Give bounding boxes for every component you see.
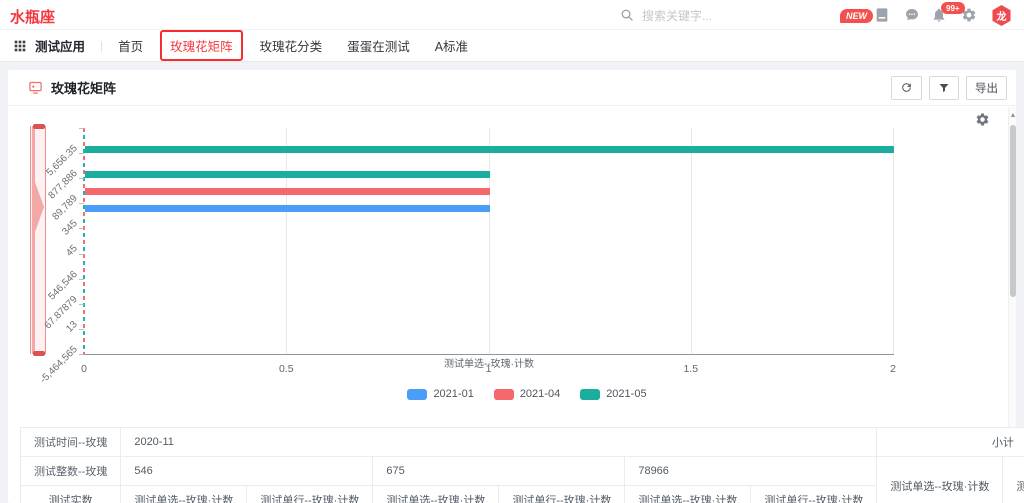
table-cell: 测试实数	[21, 486, 121, 503]
datazoom-handle-bottom[interactable]	[33, 351, 45, 356]
legend-label: 2021-04	[520, 388, 560, 400]
search-icon	[620, 8, 634, 22]
new-badge: NEW	[840, 9, 873, 23]
avatar[interactable]: 龙	[991, 5, 1012, 26]
panel-toolbar: 导出	[891, 76, 1007, 100]
tab-strip: 首页玫瑰花矩阵玫瑰花分类蛋蛋在测试 A标准	[118, 30, 493, 61]
filter-button[interactable]	[929, 76, 959, 100]
table-cell: 测试单选--玫瑰·计数	[877, 457, 1003, 503]
legend-item-2021-05[interactable]: 2021-05	[580, 388, 646, 400]
refresh-icon	[900, 81, 913, 94]
table-cell: 675	[373, 457, 625, 486]
table-cell: 78966	[625, 457, 877, 486]
tab-首页[interactable]: 首页	[118, 32, 143, 59]
export-button[interactable]: 导出	[966, 76, 1007, 100]
legend-swatch	[580, 389, 600, 400]
datazoom-data-shadow	[31, 126, 47, 354]
datazoom-slider[interactable]	[30, 126, 46, 354]
table-cell: 测试单选--玫瑰·计数	[625, 486, 751, 503]
screen: 水瓶座 搜索关键字... NEW 99+ 龙 测试应用 | 首页玫瑰花矩阵玫瑰花…	[0, 0, 1024, 503]
legend-label: 2021-05	[606, 388, 646, 400]
tab-玫瑰花分类[interactable]: 玫瑰花分类	[260, 32, 323, 59]
legend-item-2021-04[interactable]: 2021-04	[494, 388, 560, 400]
notification-count-badge: 99+	[941, 2, 965, 14]
chart-settings-gear-icon[interactable]	[975, 112, 990, 127]
table-cell: 小计	[877, 428, 1024, 457]
tab-玫瑰花矩阵[interactable]: 玫瑰花矩阵	[160, 30, 243, 61]
table-cell: 测试单选--玫瑰·计数	[373, 486, 499, 503]
search-input[interactable]: 搜索关键字...	[620, 4, 712, 26]
chat-icon[interactable]	[904, 7, 920, 23]
table-cell: 测试单行--玫瑰·计数	[1003, 457, 1024, 503]
table-row: 测试整数--玫瑰54667578966测试单选--玫瑰·计数测试单行--玫瑰·计…	[21, 457, 1024, 486]
legend-item-2021-01[interactable]: 2021-01	[407, 388, 473, 400]
chart-legend: 2021-01 2021-04 2021-05	[30, 388, 1024, 400]
table-cell: 测试单行--玫瑰·计数	[499, 486, 625, 503]
app-title: 水瓶座	[10, 6, 55, 27]
legend-swatch	[407, 389, 427, 400]
apps-grid-icon[interactable]	[14, 40, 26, 52]
scrollbar-thumb[interactable]	[1010, 125, 1016, 297]
table-cell: 测试单行--玫瑰·计数	[751, 486, 877, 503]
scrollbar-up-arrow[interactable]: ▲	[1009, 111, 1017, 121]
table-cell: 测试整数--玫瑰	[21, 457, 121, 486]
nav-bar: 测试应用 | 首页玫瑰花矩阵玫瑰花分类蛋蛋在测试 A标准	[0, 30, 1024, 62]
table-row: 测试实数测试单选--玫瑰·计数测试单行--玫瑰·计数测试单选--玫瑰·计数测试单…	[21, 486, 1024, 503]
datazoom-handle-top[interactable]	[33, 124, 45, 129]
refresh-button[interactable]	[891, 76, 922, 100]
tab-A标准[interactable]: A标准	[435, 32, 468, 59]
tab-蛋蛋在测试[interactable]: 蛋蛋在测试	[347, 32, 410, 59]
nav-divider: |	[100, 39, 103, 53]
table-cell: 2020-11	[121, 428, 877, 457]
legend-label: 2021-01	[433, 388, 473, 400]
table-row: 测试时间--玫瑰2020-11小计	[21, 428, 1024, 457]
table-cell: 测试时间--玫瑰	[21, 428, 121, 457]
search-placeholder: 搜索关键字...	[642, 7, 712, 24]
panel-title: 玫瑰花矩阵	[51, 78, 116, 97]
table-cell: 546	[121, 457, 373, 486]
app-menu-label[interactable]: 测试应用	[35, 36, 85, 55]
data-table: 测试时间--玫瑰2020-11小计测试整数--玫瑰54667578966测试单选…	[20, 427, 1024, 503]
table-cell: 测试单选--玫瑰·计数	[121, 486, 247, 503]
notebook-icon[interactable]	[874, 7, 890, 23]
filter-icon	[938, 82, 950, 94]
chart-panel-icon	[28, 80, 43, 95]
top-header: 水瓶座 搜索关键字... NEW 99+ 龙	[0, 0, 1024, 30]
panel-header: 玫瑰花矩阵 导出	[8, 70, 1016, 106]
legend-swatch	[494, 389, 514, 400]
table-cell: 测试单行--玫瑰·计数	[247, 486, 373, 503]
